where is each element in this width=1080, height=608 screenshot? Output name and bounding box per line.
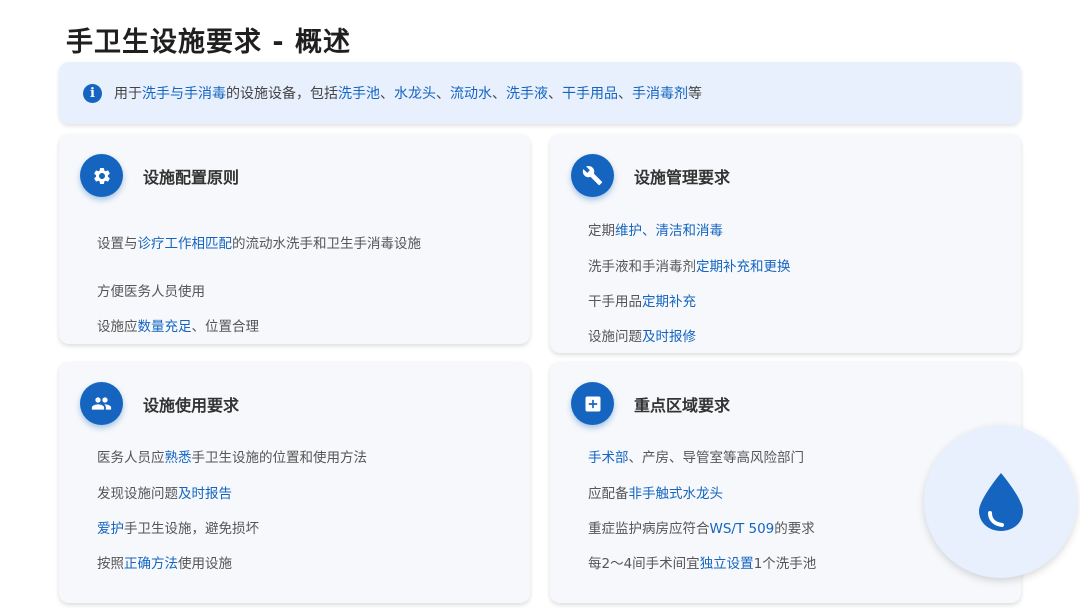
- item-text: 的流动水洗手和卫生手消毒设施: [232, 236, 421, 252]
- list-item: 设置与诊疗工作相匹配的流动水洗手和卫生手消毒设施: [97, 232, 421, 252]
- list-item: 方便医务人员使用: [97, 280, 205, 300]
- page-title: 手卫生设施要求 - 概述: [66, 27, 352, 58]
- item-highlight: WS/T 509: [709, 521, 775, 537]
- item-text: 手卫生设施的位置和使用方法: [191, 450, 368, 466]
- item-highlight: 定期补充和更换: [696, 259, 791, 275]
- list-item: 洗手液和手消毒剂定期补充和更换: [588, 255, 791, 275]
- item-text: 按照: [97, 556, 124, 572]
- item-text: 重症监护病房应符合: [588, 521, 710, 537]
- list-item: 定期维护、清洁和消毒: [588, 219, 723, 239]
- item-text: 1个洗手池: [753, 556, 817, 572]
- card-facility-management: 设施管理要求 定期维护、清洁和消毒 洗手液和手消毒剂定期补充和更换 干手用品定期…: [550, 134, 1021, 353]
- item-text: 设施问题: [588, 329, 642, 345]
- item-highlight: 维护、清洁和消毒: [615, 223, 723, 239]
- banner-seg: 、: [380, 86, 394, 102]
- item-text: 设置与: [97, 236, 138, 252]
- wrench-icon: [571, 154, 614, 197]
- banner-highlight: 洗手池: [338, 86, 380, 102]
- banner-highlight: 洗手液: [506, 86, 548, 102]
- card-facility-usage: 设施使用要求 医务人员应熟悉手卫生设施的位置和使用方法 发现设施问题及时报告 爱…: [59, 362, 530, 603]
- info-banner: i 用于洗手与手消毒的设施设备，包括洗手池、水龙头、流动水、洗手液、干手用品、手…: [59, 62, 1021, 124]
- item-text: 的要求: [774, 521, 815, 537]
- list-item: 重症监护病房应符合WS/T 509的要求: [588, 517, 815, 537]
- item-text: 医务人员应: [97, 450, 165, 466]
- item-highlight: 正确方法: [124, 556, 178, 572]
- item-highlight: 及时报告: [178, 486, 232, 502]
- banner-seg: 、: [618, 86, 632, 102]
- item-text: 设施应: [97, 319, 138, 335]
- item-text: 洗手液和手消毒剂: [588, 259, 696, 275]
- people-icon: [80, 382, 123, 425]
- card-title: 设施使用要求: [143, 395, 240, 415]
- list-item: 设施应数量充足、位置合理: [97, 315, 259, 335]
- list-item: 手术部、产房、导管室等高风险部门: [588, 446, 804, 466]
- card-title: 设施配置原则: [143, 167, 240, 187]
- gear-icon: [80, 154, 123, 197]
- item-text: 使用设施: [178, 556, 232, 572]
- item-highlight: 熟悉: [164, 450, 192, 466]
- item-highlight: 定期补充: [642, 294, 696, 310]
- item-highlight: 诊疗工作相匹配: [137, 236, 233, 252]
- list-item: 按照正确方法使用设施: [97, 552, 232, 572]
- banner-seg: 等: [688, 86, 702, 102]
- item-highlight: 手术部: [588, 450, 629, 466]
- item-text: 发现设施问题: [97, 486, 178, 502]
- item-highlight: 独立设置: [699, 556, 754, 572]
- item-highlight: 爱护: [97, 521, 124, 537]
- banner-highlight: 流动水: [450, 86, 492, 102]
- item-text: 应配备: [588, 486, 629, 502]
- banner-highlight: 洗手与手消毒: [142, 86, 226, 102]
- item-highlight: 非手触式水龙头: [628, 486, 724, 502]
- item-text: 定期: [588, 223, 615, 239]
- list-item: 干手用品定期补充: [588, 290, 696, 310]
- item-text: 每2～4间手术间宜: [588, 556, 700, 572]
- item-highlight: 及时报修: [642, 329, 696, 345]
- card-facility-config: 设施配置原则 设置与诊疗工作相匹配的流动水洗手和卫生手消毒设施 方便医务人员使用…: [59, 134, 530, 344]
- water-drop-badge: [924, 425, 1077, 578]
- list-item: 设施问题及时报修: [588, 325, 696, 345]
- item-text: 手卫生设施，避免损坏: [124, 521, 259, 537]
- item-highlight: 数量充足: [137, 319, 192, 335]
- item-text: 、产房、导管室等高风险部门: [628, 450, 805, 466]
- item-text: 、位置合理: [191, 319, 260, 335]
- banner-highlight: 干手用品: [562, 86, 618, 102]
- banner-highlight: 手消毒剂: [632, 86, 688, 102]
- banner-seg: 用于: [114, 86, 142, 102]
- card-title: 设施管理要求: [634, 167, 731, 187]
- banner-seg: 、: [548, 86, 562, 102]
- banner-text: 用于洗手与手消毒的设施设备，包括洗手池、水龙头、流动水、洗手液、干手用品、手消毒…: [114, 83, 702, 103]
- item-text: 干手用品: [588, 294, 642, 310]
- list-item: 发现设施问题及时报告: [97, 482, 232, 502]
- list-item: 应配备非手触式水龙头: [588, 482, 723, 502]
- item-text: 方便医务人员使用: [97, 284, 205, 300]
- card-title: 重点区域要求: [634, 395, 731, 415]
- list-item: 爱护手卫生设施，避免损坏: [97, 517, 259, 537]
- banner-seg: 、: [436, 86, 450, 102]
- info-icon: i: [83, 83, 102, 103]
- medical-plus-icon: [571, 382, 614, 425]
- list-item: 每2～4间手术间宜独立设置1个洗手池: [588, 552, 816, 572]
- list-item: 医务人员应熟悉手卫生设施的位置和使用方法: [97, 446, 367, 466]
- banner-seg: 、: [492, 86, 506, 102]
- banner-seg: 的设施设备，包括: [226, 86, 338, 102]
- water-drop-icon: [978, 472, 1023, 531]
- banner-highlight: 水龙头: [394, 86, 436, 102]
